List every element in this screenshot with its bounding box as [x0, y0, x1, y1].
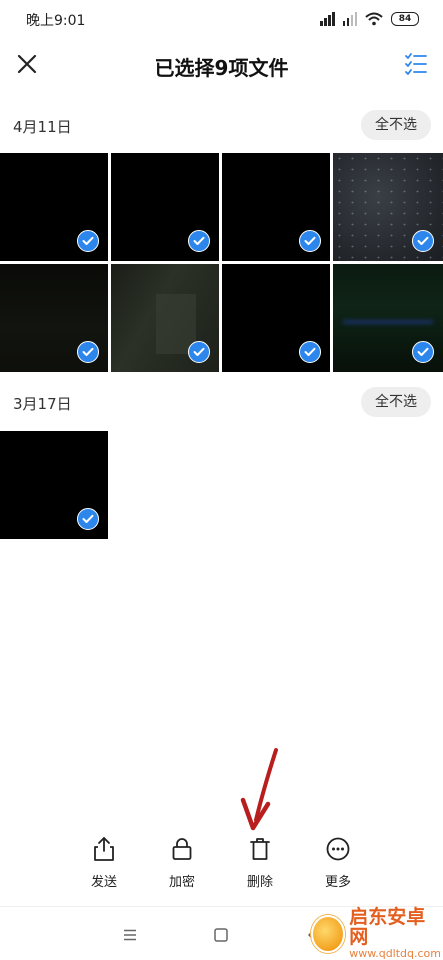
- photo-thumbnail[interactable]: [111, 153, 219, 261]
- check-icon[interactable]: [77, 230, 99, 252]
- checklist-icon: [405, 53, 427, 75]
- photo-thumbnail[interactable]: [333, 264, 443, 372]
- check-icon[interactable]: [188, 230, 210, 252]
- check-icon[interactable]: [412, 341, 434, 363]
- more-icon: [326, 837, 350, 861]
- signal-icon: [342, 12, 357, 26]
- delete-label: 删除: [246, 875, 273, 890]
- more-button[interactable]: 更多: [308, 835, 368, 890]
- check-icon[interactable]: [188, 341, 210, 363]
- wifi-icon: [365, 12, 383, 26]
- photo-thumbnail[interactable]: [333, 153, 443, 261]
- photo-thumbnail[interactable]: [222, 153, 330, 261]
- lock-icon: [172, 838, 192, 860]
- send-button[interactable]: 发送: [74, 835, 134, 890]
- watermark-name: 启东安卓网: [349, 906, 426, 949]
- select-all-button[interactable]: [401, 49, 431, 79]
- photo-grid-apr-11: [0, 153, 443, 373]
- watermark: 启东安卓网 www.qdltdq.com: [311, 907, 441, 959]
- check-icon[interactable]: [77, 341, 99, 363]
- deselect-all-button[interactable]: 全不选: [361, 110, 431, 140]
- home-button[interactable]: [209, 923, 233, 947]
- page-title: 已选择9项文件: [154, 56, 289, 80]
- photo-thumbnail[interactable]: [0, 431, 108, 539]
- status-icons: 84: [320, 10, 419, 28]
- status-bar: 晚上9:01 84: [0, 0, 443, 38]
- photo-thumbnail[interactable]: [0, 153, 108, 261]
- watermark-logo-icon: [311, 915, 346, 953]
- deselect-all-button[interactable]: 全不选: [361, 387, 431, 417]
- signal-hd-icon: [320, 12, 335, 26]
- menu-icon: [124, 929, 136, 941]
- home-icon: [214, 928, 228, 942]
- group-header-mar-17: 3月17日 全不选: [0, 385, 443, 421]
- watermark-url: www.qdltdq.com: [349, 947, 441, 960]
- share-icon: [94, 837, 114, 861]
- menu-button[interactable]: [118, 923, 142, 947]
- photo-grid-mar-17: [0, 431, 443, 539]
- group-date: 3月17日: [13, 395, 72, 413]
- action-bar: 发送 加密 删除 更多: [0, 835, 443, 903]
- battery-icon: 84: [391, 12, 419, 26]
- header: 已选择9项文件: [0, 38, 443, 90]
- check-icon[interactable]: [77, 508, 99, 530]
- trash-icon: [250, 838, 270, 860]
- group-header-apr-11: 4月11日 全不选: [0, 108, 443, 144]
- watermark-text: 启东安卓网 www.qdltdq.com: [349, 906, 441, 960]
- photo-thumbnail[interactable]: [0, 264, 108, 372]
- check-icon[interactable]: [412, 230, 434, 252]
- check-icon[interactable]: [299, 341, 321, 363]
- photo-thumbnail[interactable]: [222, 264, 330, 372]
- encrypt-button[interactable]: 加密: [152, 835, 212, 890]
- send-label: 发送: [90, 875, 117, 890]
- group-date: 4月11日: [13, 118, 72, 136]
- encrypt-label: 加密: [168, 875, 195, 890]
- status-time: 晚上9:01: [26, 13, 86, 29]
- check-icon[interactable]: [299, 230, 321, 252]
- photo-thumbnail[interactable]: [111, 264, 219, 372]
- delete-button[interactable]: 删除: [230, 835, 290, 890]
- more-label: 更多: [324, 875, 351, 890]
